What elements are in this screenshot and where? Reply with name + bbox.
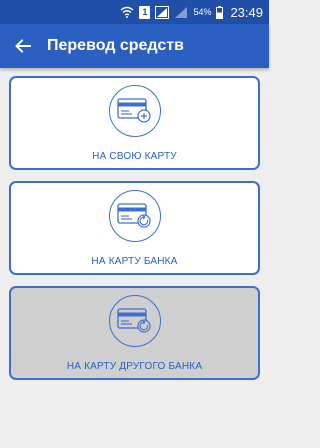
option-label: НА КАРТУ БАНКА [91,256,178,267]
card-refresh-icon [108,295,161,347]
card-plus-icon [108,85,161,137]
option-other-bank-card[interactable]: НА КАРТУ ДРУГОГО БАНКА [9,286,260,380]
wifi-icon [120,6,134,18]
back-arrow-icon[interactable] [12,35,34,57]
sim-icon: 1 [139,5,151,19]
card-refresh-icon [108,190,161,242]
signal-icon [155,5,170,19]
clock: 23:49 [230,4,263,20]
battery-percent: 54% [193,7,212,17]
transfer-options: НА СВОЮ КАРТУ НА КАРТУ БАНКА НА КАРТУ ДР… [0,68,269,380]
option-own-card[interactable]: НА СВОЮ КАРТУ [9,76,260,170]
option-label: НА СВОЮ КАРТУ [92,151,177,162]
app-bar: Перевод средств [0,24,269,68]
page-title: Перевод средств [47,37,184,54]
battery-icon [216,5,224,19]
option-label: НА КАРТУ ДРУГОГО БАНКА [66,361,203,372]
status-bar: 1 54% 23:49 [0,0,269,24]
signal-weak-icon [174,6,188,19]
option-bank-card[interactable]: НА КАРТУ БАНКА [9,181,260,275]
